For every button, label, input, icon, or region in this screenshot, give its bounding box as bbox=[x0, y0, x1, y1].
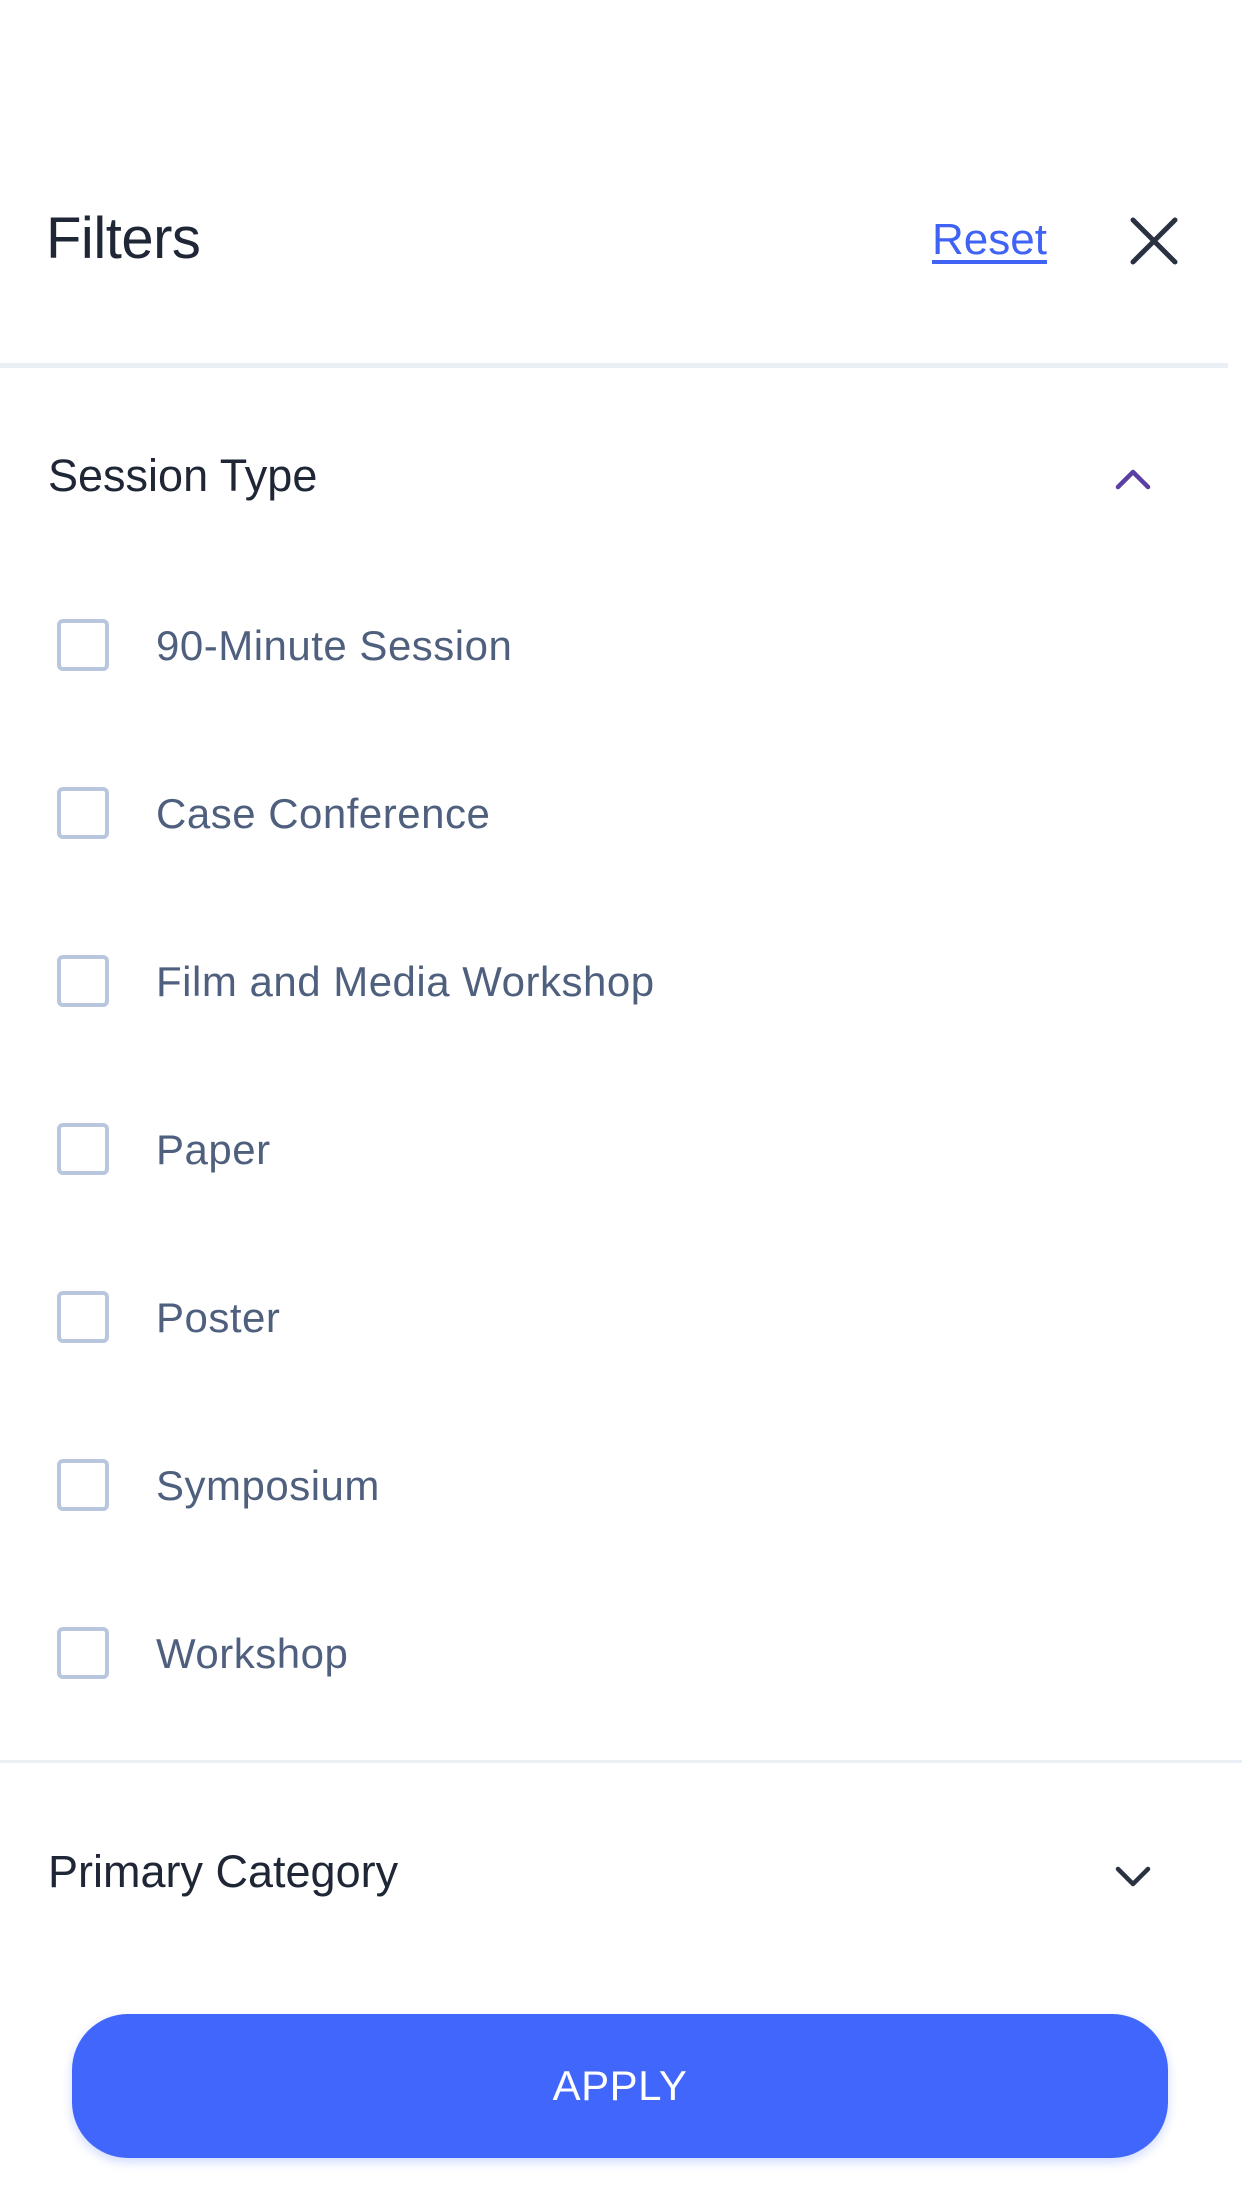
section-divider bbox=[0, 1760, 1242, 1763]
option-label: Symposium bbox=[156, 1462, 380, 1509]
option-label: Workshop bbox=[156, 1630, 349, 1677]
filters-page: Filters Reset Session Type 90-Minute Ses… bbox=[0, 0, 1242, 2208]
option-case-conference[interactable]: Case Conference bbox=[0, 758, 1242, 868]
option-label: Paper bbox=[156, 1126, 271, 1173]
reset-link[interactable]: Reset bbox=[932, 215, 1047, 265]
option-film-and-media-workshop[interactable]: Film and Media Workshop bbox=[0, 926, 1242, 1036]
checkbox[interactable] bbox=[57, 1291, 109, 1343]
chevron-down-icon bbox=[1115, 1866, 1151, 1887]
option-label: Film and Media Workshop bbox=[156, 958, 655, 1005]
filters-header: Filters Reset bbox=[0, 0, 1242, 365]
page-title: Filters bbox=[46, 206, 201, 271]
chevron-up-icon bbox=[1115, 469, 1151, 490]
option-label: 90-Minute Session bbox=[156, 622, 513, 669]
checkbox[interactable] bbox=[57, 955, 109, 1007]
section-title: Session Type bbox=[48, 450, 318, 501]
option-poster[interactable]: Poster bbox=[0, 1262, 1242, 1372]
option-symposium[interactable]: Symposium bbox=[0, 1430, 1242, 1540]
checkbox[interactable] bbox=[57, 1627, 109, 1679]
checkbox[interactable] bbox=[57, 1459, 109, 1511]
option-workshop[interactable]: Workshop bbox=[0, 1598, 1242, 1708]
option-90-minute-session[interactable]: 90-Minute Session bbox=[0, 590, 1242, 700]
option-label: Poster bbox=[156, 1294, 281, 1341]
checkbox[interactable] bbox=[57, 619, 109, 671]
checkbox[interactable] bbox=[57, 1123, 109, 1175]
checkbox[interactable] bbox=[57, 787, 109, 839]
section-header-primary-category[interactable]: Primary Category bbox=[0, 1818, 1242, 1928]
section-header-session-type[interactable]: Session Type bbox=[0, 422, 1242, 532]
header-divider bbox=[0, 363, 1228, 368]
section-title: Primary Category bbox=[48, 1846, 399, 1897]
option-label: Case Conference bbox=[156, 790, 491, 837]
apply-button[interactable]: APPLY bbox=[72, 2014, 1168, 2158]
close-button[interactable] bbox=[1125, 212, 1183, 270]
option-paper[interactable]: Paper bbox=[0, 1094, 1242, 1204]
close-icon bbox=[1130, 217, 1178, 265]
